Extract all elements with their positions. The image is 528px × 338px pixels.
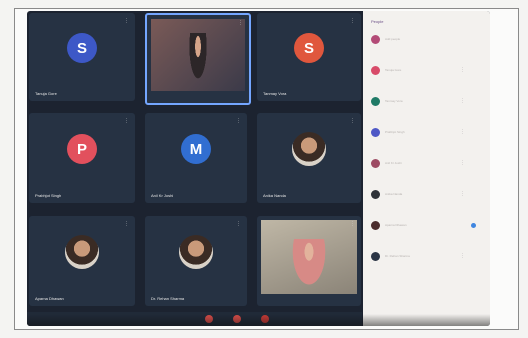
video-feed	[151, 19, 245, 91]
list-item[interactable]: Tanuja Gore ⋮	[371, 59, 490, 90]
participant-name: Tanmay Vora	[385, 99, 403, 103]
participant-tile[interactable]: ⋮ Aparna Dhawan	[29, 216, 135, 306]
people-panel: People Add people Tanuja Gore ⋮ Tanmay V…	[363, 11, 490, 326]
person	[186, 33, 210, 88]
participant-name: Dr. Rehan Sharma	[385, 254, 410, 258]
mic-icon: ⋮	[460, 160, 465, 166]
person	[289, 238, 329, 291]
video-feed	[261, 220, 357, 294]
participant-name: Add people	[385, 37, 401, 41]
list-item[interactable]: Anika Nanda ⋮	[371, 183, 490, 214]
mic-icon: ⋮	[460, 253, 465, 259]
participant-name: Anil Kr Joshi	[385, 161, 402, 165]
mic-icon: ⋮	[350, 18, 355, 24]
participant-name: Prabhjot Singh	[35, 193, 62, 198]
participant-name: Aparna Dhawan	[35, 296, 64, 301]
mic-icon: ⋮	[124, 118, 129, 124]
status-badge	[471, 223, 476, 228]
participant-tile[interactable]: P ⋮ Prabhjot Singh	[29, 113, 135, 203]
mic-icon: ⋮	[460, 67, 465, 73]
participant-list: Add people Tanuja Gore ⋮ Tanmay Vora ⋮ P…	[371, 28, 490, 308]
list-item[interactable]: Dr. Rehan Sharma ⋮	[371, 245, 490, 276]
participant-name: Anika Nanda	[385, 192, 403, 196]
avatar	[371, 252, 380, 261]
avatar	[292, 132, 326, 166]
participant-name: Prabhjot Singh	[385, 130, 405, 134]
avatar-initial: S	[303, 39, 314, 57]
participant-name: Tanmay Vora	[263, 91, 287, 96]
mic-icon: ⋮	[350, 118, 355, 124]
screen-shadow	[27, 314, 490, 326]
mic-icon: ⋮	[460, 191, 465, 197]
participant-name: Tanuja Gore	[35, 91, 57, 96]
list-item[interactable]: Add people	[371, 28, 490, 59]
participant-tile[interactable]: ⋮ Anika Nanda	[257, 113, 361, 203]
participant-name: Tanuja Gore	[385, 68, 402, 72]
avatar	[371, 66, 380, 75]
avatar: P	[67, 134, 97, 164]
mic-icon: ⋮	[236, 118, 241, 124]
avatar	[371, 35, 380, 44]
avatar	[65, 235, 99, 269]
mic-icon: ⋮	[460, 129, 465, 135]
participant-name: Anika Nanda	[263, 193, 286, 198]
avatar	[371, 97, 380, 106]
avatar-initial: S	[76, 39, 87, 57]
mic-icon: ⋮	[350, 221, 355, 227]
avatar: S	[67, 33, 97, 64]
mic-icon: ⋮	[460, 98, 465, 104]
participant-tile[interactable]: M ⋮ Anil Kr Joshi	[145, 113, 247, 203]
participant-name: Dr. Rehan Sharma	[151, 296, 185, 301]
avatar	[371, 159, 380, 168]
avatar: S	[294, 33, 324, 64]
mic-icon: ⋮	[124, 18, 129, 24]
avatar-initial: M	[189, 140, 203, 158]
avatar	[371, 221, 380, 230]
list-item[interactable]: Prabhjot Singh ⋮	[371, 121, 490, 152]
avatar-initial: P	[76, 140, 87, 158]
list-item[interactable]: Anil Kr Joshi ⋮	[371, 152, 490, 183]
participant-tile-active[interactable]: ⋮	[145, 13, 251, 105]
participant-name: Anil Kr Joshi	[151, 193, 174, 198]
mic-icon: ⋮	[236, 221, 241, 227]
mic-icon: ⋮	[124, 221, 129, 227]
participant-tile[interactable]: ⋮ Dr. Rehan Sharma	[145, 216, 247, 306]
participant-tile[interactable]: S ⋮ Tanmay Vora	[257, 13, 361, 101]
panel-title: People	[371, 19, 384, 24]
avatar: M	[181, 134, 211, 164]
avatar	[371, 190, 380, 199]
meeting-screen: S ⋮ Tanuja Gore ⋮ S ⋮ Tanmay Vora P ⋮ Pr…	[27, 11, 490, 326]
list-item[interactable]: Tanmay Vora ⋮	[371, 90, 490, 121]
participant-tile[interactable]: S ⋮ Tanuja Gore	[29, 13, 135, 101]
participant-tile[interactable]: ⋮	[257, 216, 361, 306]
avatar	[179, 235, 213, 269]
mic-icon: ⋮	[238, 20, 243, 26]
list-item[interactable]: Aparna Dhawan	[371, 214, 490, 245]
participant-grid: S ⋮ Tanuja Gore ⋮ S ⋮ Tanmay Vora P ⋮ Pr…	[27, 11, 362, 311]
avatar	[371, 128, 380, 137]
participant-name: Aparna Dhawan	[385, 223, 407, 227]
